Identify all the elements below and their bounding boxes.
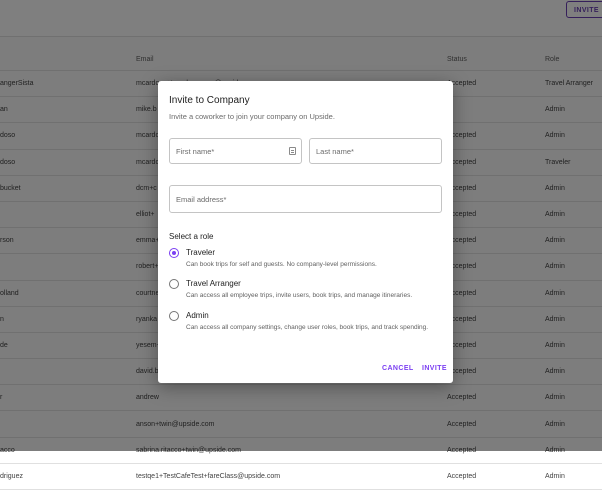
last-name-input[interactable] <box>310 139 441 163</box>
email-field <box>169 185 442 213</box>
radio-admin[interactable] <box>169 311 179 321</box>
role-title: Travel Arranger <box>186 279 241 288</box>
first-name-field <box>169 138 302 164</box>
table-row[interactable]: driguez testqe1+TestCafeTest+fareClass@up… <box>0 463 602 490</box>
role-description: Can access all employee trips, invite us… <box>186 292 413 299</box>
role-section-label: Select a role <box>169 232 214 241</box>
contact-card-icon[interactable] <box>289 147 296 155</box>
last-name-field <box>309 138 442 164</box>
role-description: Can book trips for self and guests. No c… <box>186 261 377 268</box>
dialog-title: Invite to Company <box>169 95 250 106</box>
user-email-cell: testqe1+TestCafeTest+fareClass@upside.co… <box>135 463 446 490</box>
invite-button[interactable]: INVITE <box>422 365 447 372</box>
role-title: Traveler <box>186 248 216 257</box>
cancel-button[interactable]: CANCEL <box>382 365 414 372</box>
role-title: Admin <box>186 311 209 320</box>
role-description: Can access all company settings, change … <box>186 324 429 331</box>
user-name-cell: driguez <box>0 463 135 490</box>
radio-travel-arranger[interactable] <box>169 279 179 289</box>
user-role-cell: Admin <box>544 463 602 490</box>
email-input[interactable] <box>170 186 441 212</box>
first-name-input[interactable] <box>170 139 301 163</box>
invite-dialog: Invite to Company Invite a coworker to j… <box>158 81 453 383</box>
user-status-cell: Accepted <box>446 463 544 490</box>
radio-traveler[interactable] <box>169 248 179 258</box>
dialog-subtitle: Invite a coworker to join your company o… <box>169 112 335 121</box>
